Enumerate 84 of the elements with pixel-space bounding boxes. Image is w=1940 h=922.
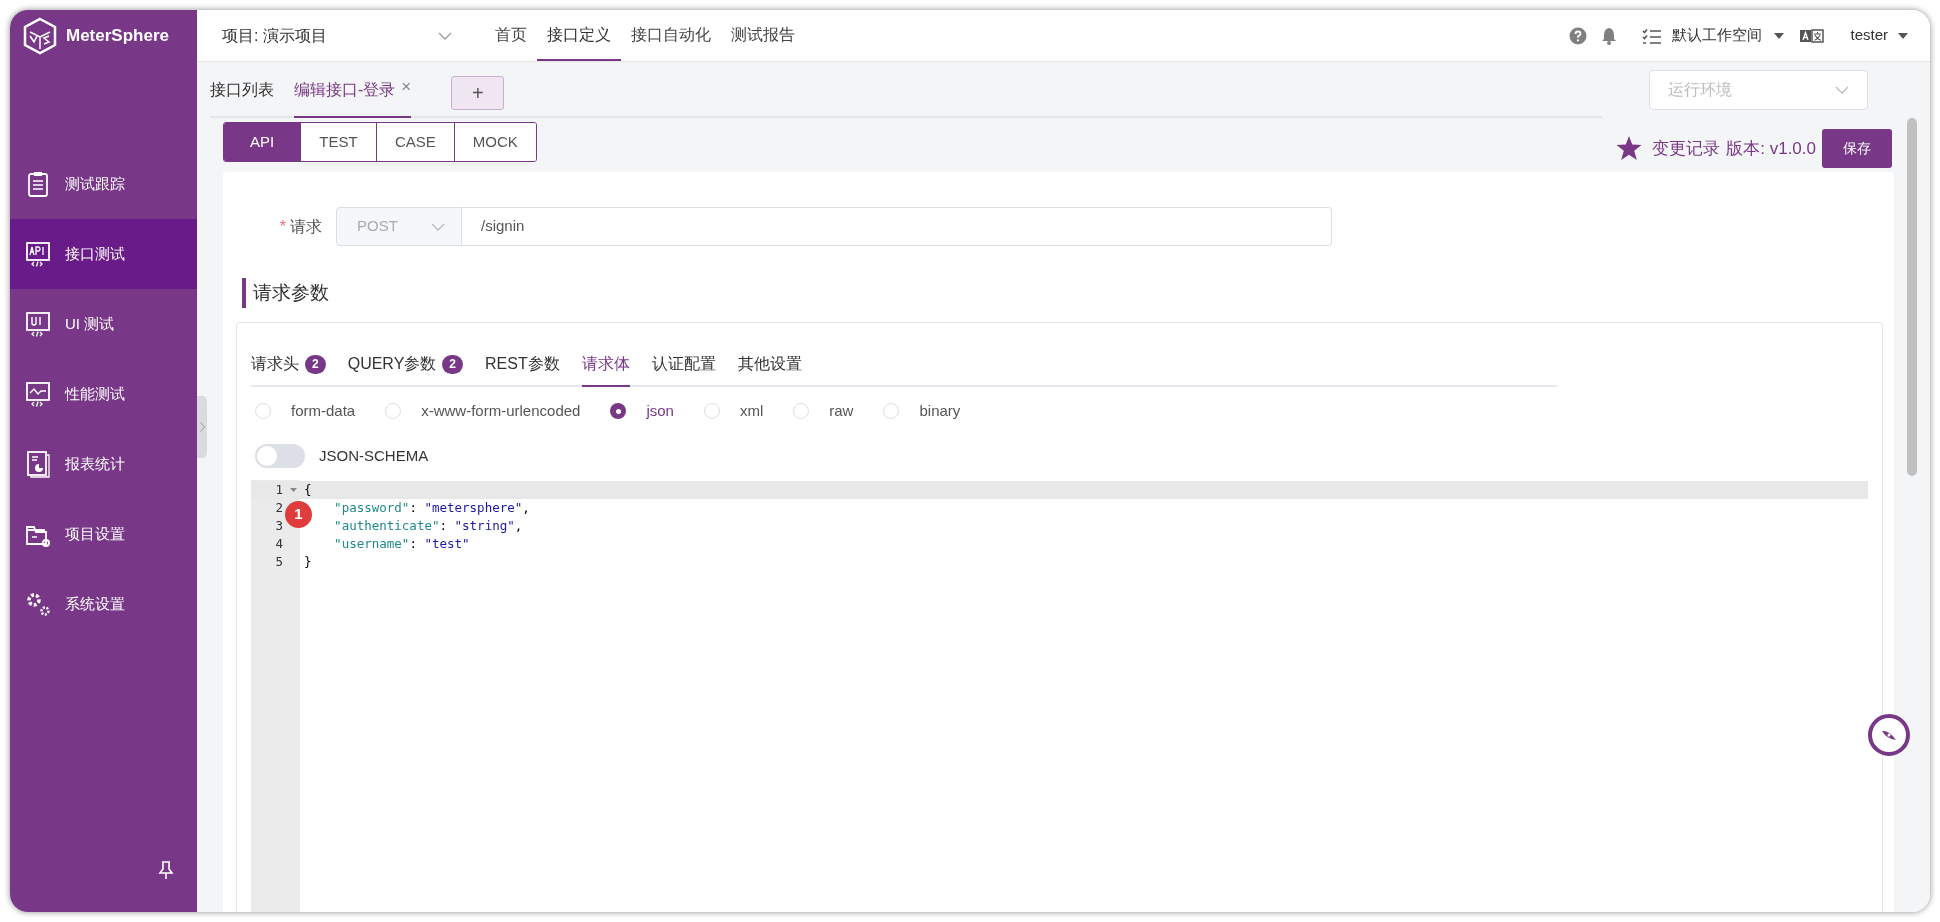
caret-icon[interactable]: [1898, 32, 1908, 39]
radio-option[interactable]: form-data: [255, 399, 356, 423]
scrollbar-thumb[interactable]: [1907, 118, 1917, 476]
line-number: 2: [274, 498, 283, 517]
section-title: 请求参数: [253, 280, 329, 305]
radio-button[interactable]: [385, 403, 402, 419]
caret-icon[interactable]: [1774, 32, 1785, 39]
chevron-down-icon: [431, 222, 445, 231]
radio-button[interactable]: [610, 403, 627, 419]
mode-tab[interactable]: MOCK: [453, 123, 536, 161]
code-line: }: [304, 552, 312, 571]
param-tab[interactable]: 请求体: [581, 343, 630, 387]
editor-tab[interactable]: 接口列表: [210, 78, 274, 118]
code-line: "password": "metersphere",: [333, 498, 530, 517]
sidebar-item[interactable]: 系统设置: [10, 569, 197, 639]
url-field[interactable]: /signin: [462, 207, 1332, 246]
collapse-handle[interactable]: [197, 396, 207, 458]
sidebar-item[interactable]: 项目设置: [10, 499, 197, 569]
count-badge: 2: [305, 354, 326, 374]
add-tab-button[interactable]: +: [451, 76, 505, 110]
save-button[interactable]: 保存: [1822, 129, 1892, 168]
param-tab[interactable]: 认证配置: [651, 343, 716, 387]
history-link[interactable]: 变更记录: [1652, 135, 1721, 162]
app-name: MeterSphere: [66, 25, 169, 48]
compass-button[interactable]: [1868, 714, 1910, 756]
chevron-right-icon: [199, 422, 205, 432]
radio-option[interactable]: raw: [793, 399, 854, 423]
section-marker: [242, 278, 246, 308]
param-tab[interactable]: 其他设置: [737, 343, 802, 387]
radio-option[interactable]: xml: [703, 399, 764, 423]
request-label: * 请求: [279, 217, 322, 235]
chart-code-icon: [25, 380, 51, 408]
gears-icon: [25, 590, 51, 618]
clipboard-icon: [25, 170, 51, 198]
translate-icon[interactable]: [1800, 28, 1825, 43]
checklist-icon[interactable]: [1642, 27, 1663, 44]
code-line: "username": "test": [333, 534, 470, 553]
line-number: 4: [274, 534, 283, 553]
version-label: 版本: v1.0.0: [1726, 137, 1816, 160]
param-tab[interactable]: QUERY参数 2: [347, 343, 463, 387]
mode-tab[interactable]: CASE: [376, 123, 454, 161]
nav-tab[interactable]: 接口自动化: [621, 10, 721, 61]
radio-button[interactable]: [883, 403, 900, 419]
sidebar-item[interactable]: 性能测试: [10, 359, 197, 429]
help-icon[interactable]: [1569, 26, 1588, 45]
error-marker: 1: [285, 501, 312, 528]
nav-tab[interactable]: 首页: [485, 10, 537, 61]
sidebar-item[interactable]: 测试跟踪: [10, 149, 197, 219]
project-select[interactable]: 项目: 演示项目: [222, 23, 452, 48]
ui-code-icon: [25, 310, 51, 338]
mode-tab[interactable]: TEST: [300, 123, 376, 161]
radio-option[interactable]: json: [610, 399, 674, 423]
code-line: "authenticate": "string",: [333, 516, 523, 535]
code-line: {: [304, 480, 312, 499]
radio-button[interactable]: [793, 403, 810, 419]
radio-button[interactable]: [703, 403, 720, 419]
sidebar-item[interactable]: UI 测试: [10, 289, 197, 359]
fold-arrow-icon[interactable]: [290, 488, 297, 492]
radio-button[interactable]: [255, 403, 271, 419]
chevron-down-icon: [1835, 86, 1849, 94]
toggle-label: JSON-SCHEMA: [319, 445, 429, 466]
chevron-down-icon: [438, 31, 452, 40]
sidebar-item[interactable]: 报表统计: [10, 429, 197, 499]
mode-tab[interactable]: API: [224, 123, 300, 161]
param-tab[interactable]: REST参数: [485, 343, 560, 387]
user-menu[interactable]: tester: [1850, 24, 1888, 47]
pin-icon[interactable]: [158, 860, 174, 880]
line-number: 5: [274, 552, 283, 571]
sidebar-item[interactable]: 接口测试: [10, 219, 197, 289]
param-tab[interactable]: 请求头 2: [251, 343, 326, 387]
editor-tab[interactable]: 编辑接口-登录 ×: [294, 78, 412, 118]
line-number: 3: [274, 516, 283, 535]
workspace-select[interactable]: 默认工作空间: [1672, 24, 1763, 47]
report-icon: [25, 450, 51, 478]
star-icon[interactable]: [1616, 136, 1643, 161]
json-schema-toggle[interactable]: [255, 444, 305, 468]
count-badge: 2: [442, 354, 463, 374]
radio-option[interactable]: x-www-form-urlencoded: [385, 399, 581, 423]
line-number: 1: [274, 480, 283, 499]
bell-icon[interactable]: [1601, 26, 1618, 45]
nav-tab[interactable]: 测试报告: [721, 10, 805, 61]
radio-option[interactable]: binary: [883, 399, 961, 423]
api-code-icon: [25, 240, 51, 268]
code-editor[interactable]: 1 { 2 1 "password": "metersphere", 3 "authenticate": "string", 4 "username": "test" 5 }: [251, 480, 1868, 912]
